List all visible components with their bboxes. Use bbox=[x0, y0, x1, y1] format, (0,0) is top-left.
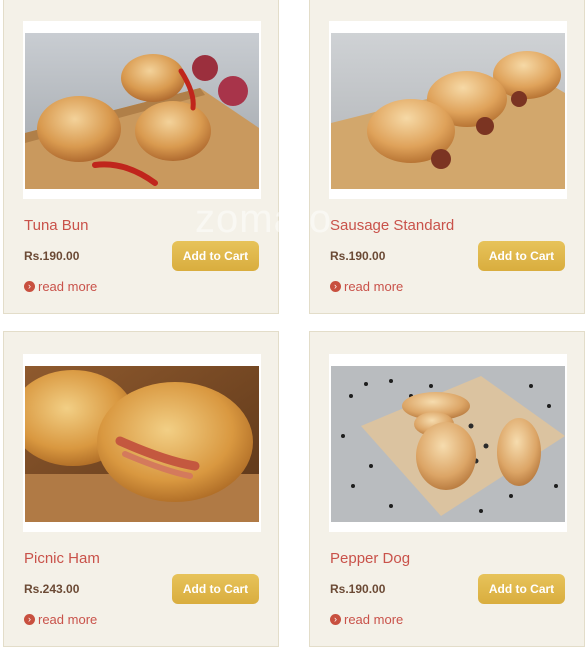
product-image-frame[interactable] bbox=[329, 354, 567, 532]
product-image-pepper-dog[interactable] bbox=[331, 366, 565, 522]
read-more-link[interactable]: › read more bbox=[24, 612, 97, 627]
product-title[interactable]: Picnic Ham bbox=[24, 550, 100, 567]
product-image-frame[interactable] bbox=[329, 21, 567, 199]
read-more-link[interactable]: › read more bbox=[24, 279, 97, 294]
read-more-label: read more bbox=[38, 279, 98, 294]
product-card-sausage-standard: Sausage Standard Rs.190.00 Add to Cart ›… bbox=[309, 0, 585, 314]
product-card-pepper-dog: Pepper Dog Rs.190.00 Add to Cart › read … bbox=[309, 331, 585, 647]
product-image-picnic-ham[interactable] bbox=[25, 366, 259, 522]
product-price: Rs.190.00 bbox=[24, 249, 80, 263]
product-title[interactable]: Tuna Bun bbox=[24, 217, 89, 234]
add-to-cart-button[interactable]: Add to Cart bbox=[478, 241, 565, 271]
product-card-picnic-ham: Picnic Ham Rs.243.00 Add to Cart › read … bbox=[3, 331, 279, 647]
add-to-cart-button[interactable]: Add to Cart bbox=[478, 574, 565, 604]
product-image-sausage-standard[interactable] bbox=[331, 33, 565, 189]
add-to-cart-button[interactable]: Add to Cart bbox=[172, 241, 259, 271]
product-image-frame[interactable] bbox=[23, 21, 261, 199]
product-price: Rs.190.00 bbox=[330, 582, 386, 596]
product-image-tuna-bun[interactable] bbox=[25, 33, 259, 189]
product-card-tuna-bun: Tuna Bun Rs.190.00 Add to Cart › read mo… bbox=[3, 0, 279, 314]
read-more-label: read more bbox=[38, 612, 98, 627]
arrow-circle-icon: › bbox=[24, 281, 35, 292]
arrow-circle-icon: › bbox=[24, 614, 35, 625]
arrow-circle-icon: › bbox=[330, 281, 341, 292]
read-more-label: read more bbox=[344, 612, 404, 627]
read-more-link[interactable]: › read more bbox=[330, 612, 403, 627]
add-to-cart-button[interactable]: Add to Cart bbox=[172, 574, 259, 604]
product-title[interactable]: Pepper Dog bbox=[330, 550, 410, 567]
product-image-frame[interactable] bbox=[23, 354, 261, 532]
product-price: Rs.243.00 bbox=[24, 582, 80, 596]
product-price: Rs.190.00 bbox=[330, 249, 386, 263]
product-title[interactable]: Sausage Standard bbox=[330, 217, 454, 234]
read-more-label: read more bbox=[344, 279, 404, 294]
arrow-circle-icon: › bbox=[330, 614, 341, 625]
read-more-link[interactable]: › read more bbox=[330, 279, 403, 294]
product-grid: Tuna Bun Rs.190.00 Add to Cart › read mo… bbox=[0, 0, 587, 650]
